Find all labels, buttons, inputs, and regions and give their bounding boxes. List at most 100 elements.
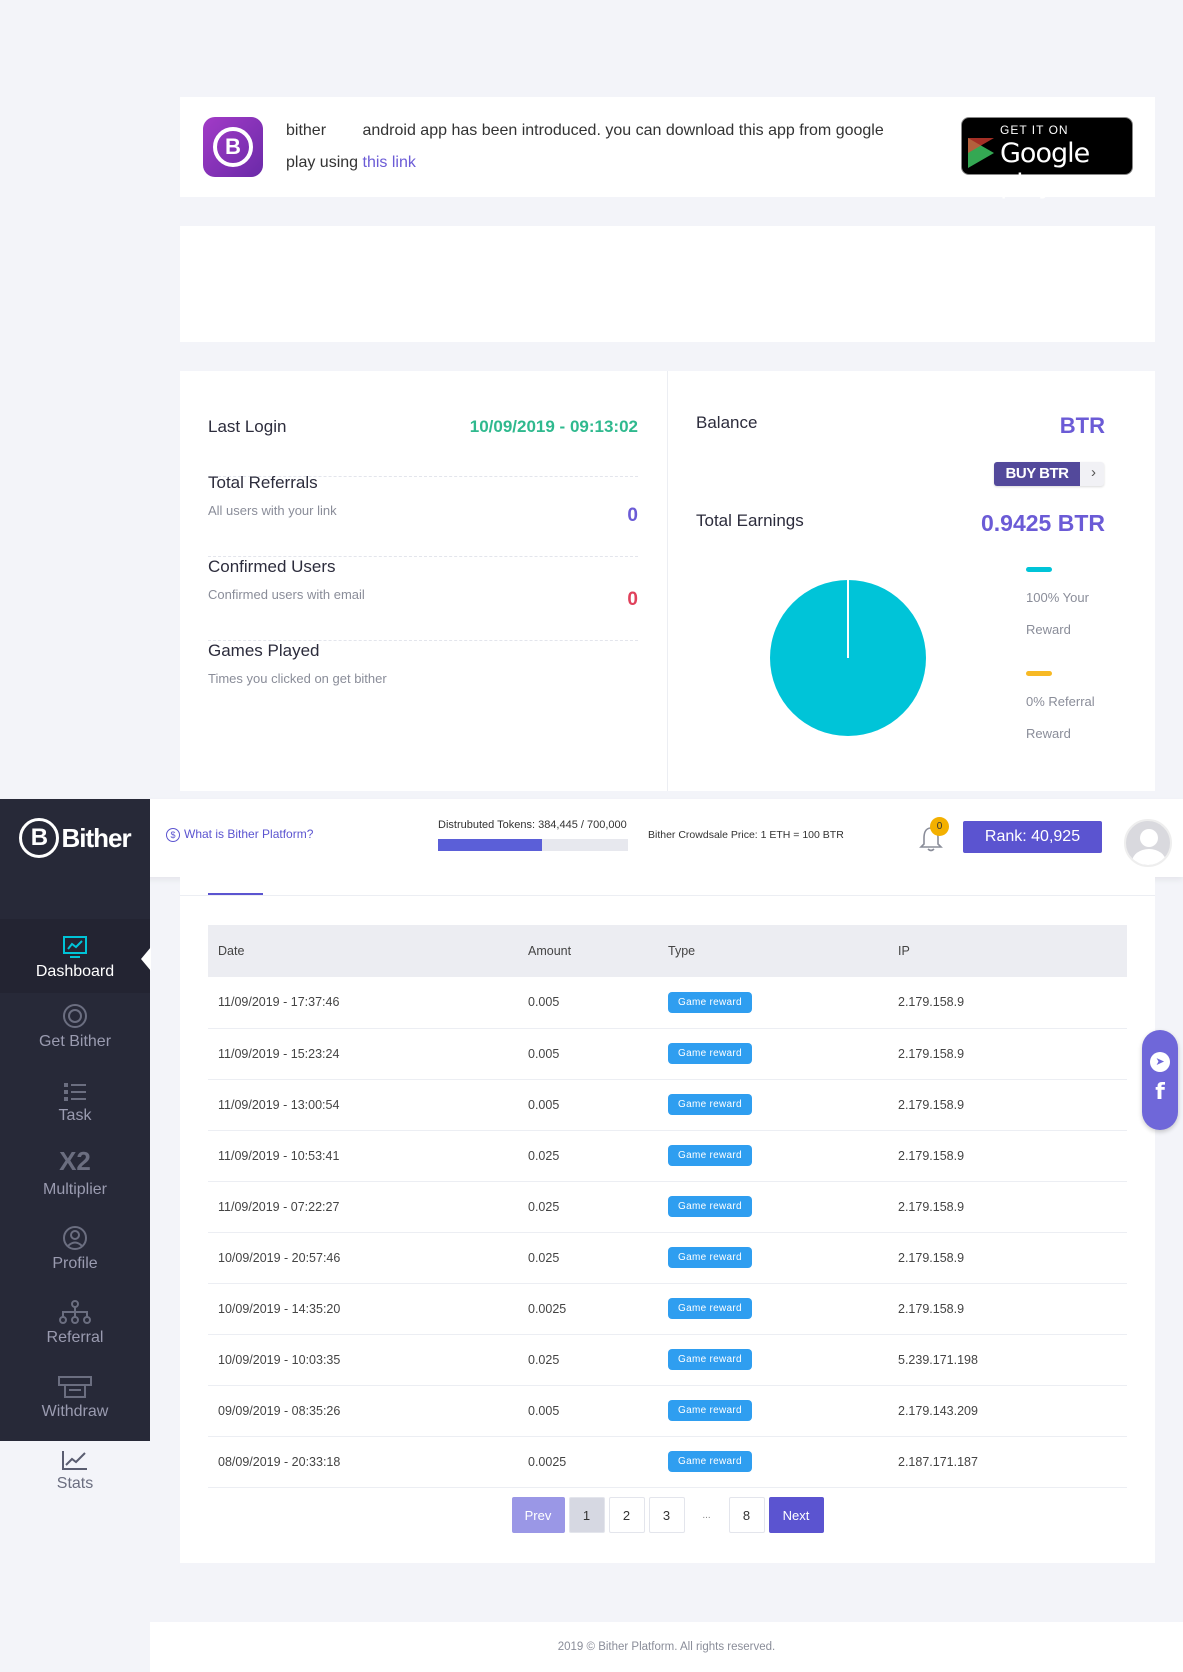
prev-page-button[interactable]: Prev — [511, 1497, 565, 1533]
sidebar-item-task[interactable]: Task — [0, 1073, 150, 1147]
sidebar-item-label: Withdraw — [41, 1403, 109, 1420]
cell-type: Game reward — [658, 1232, 888, 1284]
what-is-bither-link[interactable]: $ What is Bither Platform? — [166, 827, 313, 842]
cell-date: 10/09/2019 - 14:35:20 — [208, 1283, 518, 1335]
table-row: 10/09/2019 - 20:57:46 0.025 Game reward 2.1… — [208, 1232, 1127, 1284]
cell-date: 11/09/2019 - 10:53:41 — [208, 1130, 518, 1182]
table-row: 11/09/2019 - 17:37:46 0.005 Game reward 2.1… — [208, 977, 1127, 1029]
sidebar-item-label: Dashboard — [35, 963, 115, 980]
page-button-1[interactable]: 1 — [568, 1497, 605, 1533]
cell-ip: 2.187.171.187 — [888, 1436, 1127, 1488]
games-played-label: Games Played — [208, 641, 320, 660]
total-referrals-row: Total Referrals All users with your link… — [208, 473, 638, 557]
cell-amount: 0.005 — [518, 1385, 658, 1437]
total-referrals-label: Total Referrals — [208, 473, 318, 492]
cell-type: Game reward — [658, 1181, 888, 1233]
sidebar-item-label: Profile — [52, 1255, 98, 1272]
google-play-badge-button[interactable]: GET IT ON Google play — [961, 117, 1133, 200]
legend-swatch-your-reward — [1026, 567, 1052, 572]
type-badge: Game reward — [668, 1145, 752, 1166]
network-icon — [0, 1295, 150, 1325]
rank-button[interactable]: Rank: 40,925 — [963, 821, 1102, 853]
sidebar-item-dashboard[interactable]: Dashboard — [0, 919, 151, 993]
cell-amount: 0.025 — [518, 1181, 658, 1233]
column-header-ip: IP — [888, 925, 1127, 977]
cell-type: Game reward — [658, 1385, 888, 1437]
sidebar-item-referral[interactable]: Referral — [0, 1295, 150, 1369]
sidebar-item-stats[interactable]: Stats — [0, 1441, 150, 1515]
table-row: 10/09/2019 - 14:35:20 0.0025 Game reward 2.… — [208, 1283, 1127, 1335]
sidebar-item-label: Task — [58, 1107, 92, 1124]
legend-your-reward: 100% Your Reward — [1026, 567, 1126, 646]
buy-btr-button[interactable]: BUY BTR › — [994, 462, 1104, 486]
chart-line-icon — [0, 1441, 150, 1471]
type-badge: Game reward — [668, 1094, 752, 1115]
cell-date: 11/09/2019 - 15:23:24 — [208, 1028, 518, 1080]
confirmed-users-value: 0 — [627, 589, 638, 610]
pagination: Prev 1 2 3 ... 8 Next — [180, 1497, 1155, 1533]
next-page-button[interactable]: Next — [768, 1497, 824, 1533]
confirmed-users-label: Confirmed Users — [208, 557, 336, 576]
x2-icon: X2 — [59, 1146, 91, 1176]
cell-amount: 0.0025 — [518, 1436, 658, 1488]
sidebar-item-withdraw[interactable]: Withdraw — [0, 1369, 150, 1443]
footer-copyright: 2019 © Bither Platform. All rights reser… — [557, 1641, 776, 1653]
total-referrals-value: 0 — [627, 505, 638, 526]
cell-type: Game reward — [658, 977, 888, 1029]
cell-type: Game reward — [658, 1334, 888, 1386]
sidebar-item-profile[interactable]: Profile — [0, 1221, 150, 1295]
legend-swatch-referral-reward — [1026, 671, 1052, 676]
avatar-head — [1140, 829, 1158, 847]
type-badge: Game reward — [668, 1400, 752, 1421]
legend-label-your-reward: 100% Your Reward — [1026, 590, 1089, 637]
cell-amount: 0.025 — [518, 1130, 658, 1182]
cell-ip: 2.179.158.9 — [888, 1232, 1127, 1284]
sidebar-item-get-bither[interactable]: Get Bither — [0, 999, 150, 1073]
cell-type: Game reward — [658, 1079, 888, 1131]
table-row: 11/09/2019 - 10:53:41 0.025 Game reward 2.1… — [208, 1130, 1127, 1182]
sidebar-item-label: Multiplier — [42, 1181, 107, 1198]
buy-btr-label: BUY BTR — [994, 462, 1080, 486]
transactions-table: Date Amount Type IP 11/09/2019 - 17:37:4… — [208, 925, 1127, 1488]
app-announcement-card: B bither android app has been introduced… — [180, 97, 1155, 200]
last-login-row: Last Login 10/09/2019 - 09:13:02 — [208, 417, 638, 477]
reward-pie-chart — [770, 580, 926, 736]
legend-label-referral-reward: 0% Referral Reward — [1026, 694, 1095, 741]
brand-logo[interactable]: B Bither — [0, 799, 150, 877]
legend-referral-reward: 0% Referral Reward — [1026, 671, 1126, 750]
page-button-3[interactable]: 3 — [648, 1497, 685, 1533]
cell-ip: 5.239.171.198 — [888, 1334, 1127, 1386]
top-header: B Bither $ What is Bither Platform? Distr… — [0, 799, 1183, 877]
download-link[interactable]: this link — [363, 154, 416, 171]
cell-date: 08/09/2019 - 20:33:18 — [208, 1436, 518, 1488]
table-header-row: Date Amount Type IP — [208, 925, 1127, 977]
cell-ip: 2.179.158.9 — [888, 1130, 1127, 1182]
cell-amount: 0.025 — [518, 1334, 658, 1386]
type-badge: Game reward — [668, 1349, 752, 1370]
active-tab-indicator — [208, 893, 263, 895]
store-small-text: GET IT ON — [1000, 123, 1069, 137]
page-button-2[interactable]: 2 — [608, 1497, 645, 1533]
bither-app-icon: B — [203, 117, 263, 177]
list-icon — [0, 1073, 150, 1103]
store-big-text: Google play — [1000, 138, 1090, 200]
stats-card: Last Login 10/09/2019 - 09:13:02 Total R… — [180, 371, 1155, 791]
total-earnings-value: 0.9425 BTR — [980, 510, 1105, 536]
type-badge: Game reward — [668, 1196, 752, 1217]
sidebar-item-multiplier[interactable]: X2 Multiplier — [0, 1146, 150, 1221]
chevron-right-icon: › — [1091, 464, 1096, 481]
user-avatar[interactable] — [1124, 819, 1172, 867]
cell-date: 11/09/2019 - 17:37:46 — [208, 977, 518, 1029]
facebook-icon[interactable]: f — [1142, 1080, 1178, 1105]
footer: 2019 © Bither Platform. All rights reser… — [150, 1622, 1183, 1672]
cell-type: Game reward — [658, 1283, 888, 1335]
type-badge: Game reward — [668, 1298, 752, 1319]
cell-date: 10/09/2019 - 10:03:35 — [208, 1334, 518, 1386]
notification-count-badge: 0 — [930, 817, 949, 836]
cell-amount: 0.005 — [518, 1028, 658, 1080]
type-badge: Game reward — [668, 1451, 752, 1472]
telegram-icon[interactable]: ➤ — [1150, 1052, 1170, 1072]
play-store-icon-shade — [968, 138, 994, 153]
page-button-8[interactable]: 8 — [728, 1497, 765, 1533]
cell-date: 11/09/2019 - 13:00:54 — [208, 1079, 518, 1131]
